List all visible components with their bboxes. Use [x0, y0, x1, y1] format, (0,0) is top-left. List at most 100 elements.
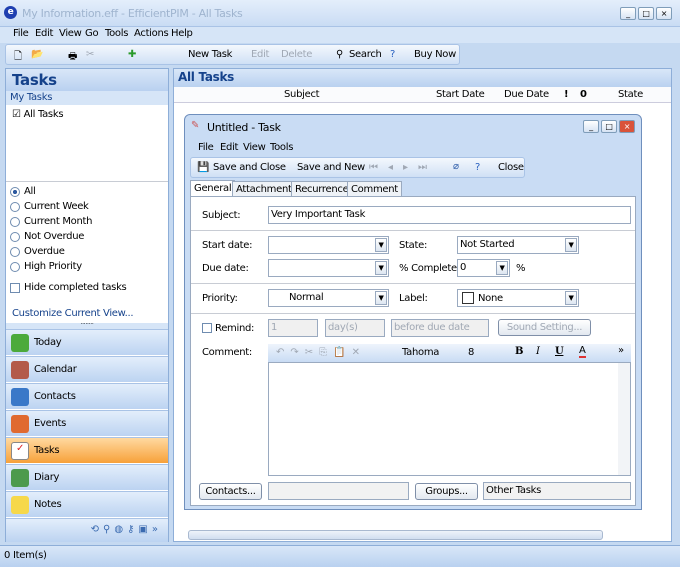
edit-icons[interactable]: ↶↷✂⎘📋✕ [276, 347, 366, 358]
chevron-down-icon[interactable]: ▼ [565, 291, 577, 305]
help-icon[interactable]: ? [475, 162, 480, 173]
tab-recurrence[interactable]: Recurrence [291, 181, 353, 197]
nav-contacts[interactable]: Contacts [6, 383, 168, 409]
start-date-picker[interactable]: ▼ [268, 236, 389, 254]
buy-now-button[interactable]: Buy Now [414, 49, 456, 60]
filter-current-week-radio[interactable] [10, 202, 20, 212]
tab-general[interactable]: General [190, 180, 236, 197]
horizontal-scrollbar[interactable] [188, 530, 603, 540]
chevron-down-icon[interactable]: ▼ [375, 238, 387, 252]
remind-unit-select[interactable]: day(s) [325, 319, 385, 337]
filter-all-radio[interactable] [10, 187, 20, 197]
calendar-icon [11, 361, 29, 379]
plus-icon: ✚ [128, 49, 137, 60]
font-color-button[interactable]: A [579, 345, 586, 358]
remind-when-select[interactable]: before due date [391, 319, 489, 337]
cut-icon[interactable]: ✂ [86, 49, 94, 60]
filter-high-priority-radio[interactable] [10, 262, 20, 272]
save-and-new-button[interactable]: Save and New [297, 162, 365, 173]
app-icon: e [4, 6, 17, 19]
priority-select[interactable]: Normal ▼ [268, 289, 389, 307]
filter-overdue-radio[interactable] [10, 247, 20, 257]
subject-input[interactable]: Very Important Task [268, 206, 631, 224]
remind-number-select[interactable]: 1 [268, 319, 318, 337]
remind-checkbox[interactable] [202, 323, 212, 333]
record-nav-icons[interactable]: ⏮◂▸⏭ [369, 162, 437, 173]
font-select[interactable]: Tahoma [402, 347, 439, 358]
dialog-close-text-button[interactable]: Close [498, 162, 524, 173]
minimize-button[interactable]: _ [620, 7, 636, 20]
comment-editor[interactable] [268, 362, 631, 476]
chevron-down-icon[interactable]: ▼ [375, 261, 387, 275]
contacts-field[interactable] [268, 482, 409, 500]
dialog-menu-edit[interactable]: Edit [220, 142, 238, 153]
col-priority[interactable]: ! [564, 89, 569, 100]
nav-events[interactable]: Events [6, 410, 168, 436]
menu-actions[interactable]: Actions [134, 28, 169, 39]
filter-not-overdue-radio[interactable] [10, 232, 20, 242]
menu-tools[interactable]: Tools [105, 28, 128, 39]
new-task-button[interactable]: New Task [188, 49, 232, 60]
diary-icon [11, 469, 29, 487]
notes-icon [11, 496, 29, 514]
tab-comment[interactable]: Comment [347, 181, 402, 197]
save-and-close-button[interactable]: Save and Close [213, 162, 286, 173]
delete-button[interactable]: Delete [281, 49, 312, 60]
font-size-select[interactable]: 8 [468, 347, 474, 358]
contacts-button[interactable]: Contacts... [199, 483, 262, 500]
hide-completed-checkbox[interactable] [10, 283, 20, 293]
underline-button[interactable]: U [555, 346, 564, 357]
list-item-all-tasks[interactable]: ☑ All Tasks [12, 109, 64, 120]
col-state[interactable]: State [618, 89, 643, 100]
new-file-icon[interactable]: 🗋 [14, 49, 22, 66]
dialog-menu-view[interactable]: View [243, 142, 266, 153]
attach-icon[interactable]: ⌀ [453, 161, 459, 172]
chevron-down-icon[interactable]: ▼ [565, 238, 577, 252]
menu-help[interactable]: Help [171, 28, 193, 39]
open-icon[interactable]: 📂 [31, 49, 43, 60]
dialog-minimize-button[interactable]: _ [583, 120, 599, 133]
filter-label: High Priority [24, 261, 82, 272]
menu-go[interactable]: Go [85, 28, 99, 39]
bold-button[interactable]: B [515, 346, 523, 357]
groups-field[interactable]: Other Tasks [483, 482, 631, 500]
vertical-scrollbar[interactable] [618, 363, 630, 475]
nav-overflow-bar[interactable]: ⟲⚲◍⚷▣» [6, 518, 168, 542]
label-label: Label: [399, 293, 428, 304]
dialog-menu-file[interactable]: File [198, 142, 214, 153]
filter-current-month-radio[interactable] [10, 217, 20, 227]
chevron-down-icon[interactable]: ▼ [375, 291, 387, 305]
groups-button[interactable]: Groups... [415, 483, 478, 500]
col-start-date[interactable]: Start Date [436, 89, 485, 100]
chevron-down-icon[interactable]: ▼ [496, 261, 508, 275]
menu-file[interactable]: File [13, 28, 29, 39]
due-date-picker[interactable]: ▼ [268, 259, 389, 277]
italic-button[interactable]: I [536, 346, 540, 357]
help-icon[interactable]: ? [390, 49, 395, 60]
maximize-button[interactable]: □ [638, 7, 654, 20]
customize-view-link[interactable]: Customize Current View... [12, 308, 134, 319]
nav-today[interactable]: Today [6, 329, 168, 355]
state-select[interactable]: Not Started ▼ [457, 236, 579, 254]
edit-button[interactable]: Edit [251, 49, 269, 60]
search-button[interactable]: Search [349, 49, 382, 60]
menu-view[interactable]: View [59, 28, 82, 39]
nav-notes[interactable]: Notes [6, 491, 168, 517]
col-attachment[interactable]: 0 [580, 89, 587, 100]
percent-complete-select[interactable]: 0 ▼ [457, 259, 510, 277]
sound-setting-button[interactable]: Sound Setting... [498, 319, 591, 336]
col-due-date[interactable]: Due Date [504, 89, 549, 100]
nav-tasks[interactable]: ✓ Tasks [6, 437, 168, 463]
close-button[interactable]: × [656, 7, 672, 20]
menu-edit[interactable]: Edit [35, 28, 53, 39]
label-select[interactable]: None ▼ [457, 289, 579, 307]
col-subject[interactable]: Subject [284, 89, 320, 100]
print-icon[interactable]: 🖶 [68, 49, 77, 66]
nav-diary[interactable]: Diary [6, 464, 168, 490]
dialog-maximize-button[interactable]: □ [601, 120, 617, 133]
overflow-icon[interactable]: » [618, 345, 624, 356]
dialog-close-button[interactable]: × [619, 120, 635, 133]
nav-calendar[interactable]: Calendar [6, 356, 168, 382]
percent-sign: % [516, 263, 526, 274]
dialog-menu-tools[interactable]: Tools [270, 142, 293, 153]
